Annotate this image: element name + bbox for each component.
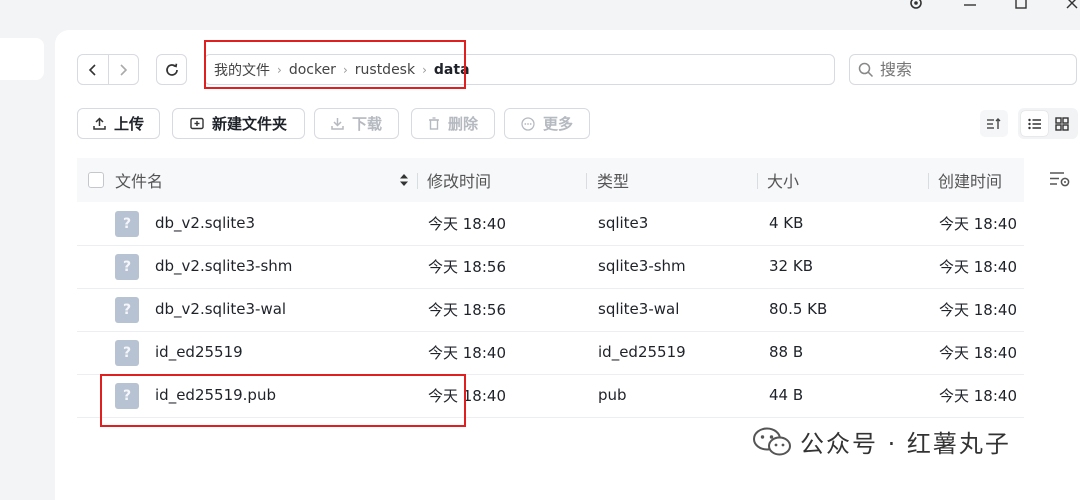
more-label: 更多 <box>542 115 573 133</box>
chevron-right-icon <box>120 63 128 76</box>
more-icon <box>521 116 535 131</box>
new-folder-button[interactable]: 新建文件夹 <box>172 108 305 139</box>
file-size: 44 B <box>769 386 804 404</box>
file-icon: ? <box>115 297 139 323</box>
file-icon: ? <box>115 254 139 280</box>
delete-label: 删除 <box>447 115 478 133</box>
column-header-modified[interactable]: 修改时间 <box>427 158 491 202</box>
sort-toggle-icon[interactable] <box>399 173 409 187</box>
search-icon <box>858 62 874 77</box>
wechat-logo-icon <box>753 427 791 455</box>
sidebar-panel <box>0 38 44 80</box>
watermark-text: 公众号 · 红薯丸子 <box>800 430 1011 458</box>
file-size: 4 KB <box>769 214 804 232</box>
minimize-icon[interactable] <box>960 0 980 12</box>
file-created: 今天 18:40 <box>939 300 1017 319</box>
file-icon: ? <box>115 340 139 366</box>
file-created: 今天 18:40 <box>939 257 1017 276</box>
upload-label: 上传 <box>113 115 144 133</box>
file-type: sqlite3-shm <box>598 257 686 275</box>
new-folder-label: 新建文件夹 <box>211 115 287 133</box>
table-row[interactable]: ? db_v2.sqlite3 今天 18:40 sqlite3 4 KB 今天… <box>77 202 1024 246</box>
file-size: 88 B <box>769 343 804 361</box>
file-size: 80.5 KB <box>769 300 828 318</box>
file-type: pub <box>598 386 627 404</box>
watermark: 公众号 · 红薯丸子 <box>752 424 1011 459</box>
file-name: db_v2.sqlite3-wal <box>155 300 287 318</box>
grid-view-button[interactable] <box>1048 111 1075 136</box>
history-nav <box>77 54 139 85</box>
column-header-size[interactable]: 大小 <box>767 158 799 202</box>
file-type: sqlite3-wal <box>598 300 680 318</box>
file-name: db_v2.sqlite3-shm <box>155 257 293 275</box>
download-button[interactable]: 下载 <box>314 108 399 139</box>
file-created: 今天 18:40 <box>939 343 1017 362</box>
column-header-created[interactable]: 创建时间 <box>938 158 1002 202</box>
refresh-icon <box>165 63 178 76</box>
upload-icon <box>93 117 106 130</box>
file-name: db_v2.sqlite3 <box>155 214 256 232</box>
file-modified: 今天 18:40 <box>428 343 506 362</box>
table-row[interactable]: ? db_v2.sqlite3-shm 今天 18:56 sqlite3-shm… <box>77 245 1024 289</box>
sort-button[interactable] <box>980 110 1008 137</box>
highlight-box-pub-file <box>100 374 466 427</box>
file-created: 今天 18:40 <box>939 386 1017 405</box>
search-input[interactable] <box>880 60 1060 79</box>
file-modified: 今天 18:56 <box>428 300 506 319</box>
select-all-checkbox[interactable] <box>88 172 104 188</box>
more-button[interactable]: 更多 <box>504 108 590 139</box>
upload-button[interactable]: 上传 <box>77 108 160 139</box>
delete-button[interactable]: 删除 <box>411 108 495 139</box>
new-folder-icon <box>190 117 204 130</box>
column-header-type[interactable]: 类型 <box>597 158 629 202</box>
highlight-box-breadcrumb <box>204 40 466 89</box>
file-name: id_ed25519 <box>155 343 243 361</box>
sort-icon <box>987 117 1001 129</box>
download-icon <box>331 118 344 130</box>
file-icon: ? <box>115 211 139 237</box>
close-icon[interactable] <box>1063 0 1080 12</box>
trash-icon <box>428 117 439 130</box>
table-row[interactable]: ? id_ed25519 今天 18:40 id_ed25519 88 B 今天… <box>77 331 1024 375</box>
list-view-button[interactable] <box>1021 111 1048 136</box>
file-created: 今天 18:40 <box>939 214 1017 233</box>
column-header-name[interactable]: 文件名 <box>115 158 163 202</box>
file-type: id_ed25519 <box>598 343 686 361</box>
grid-view-icon <box>1054 116 1069 131</box>
table-row[interactable]: ? db_v2.sqlite3-wal 今天 18:56 sqlite3-wal… <box>77 288 1024 332</box>
list-view-icon <box>1027 118 1041 129</box>
table-header: 文件名 修改时间 类型 大小 创建时间 <box>77 158 1024 202</box>
column-settings-icon[interactable] <box>1049 170 1071 188</box>
maximize-icon[interactable] <box>1011 0 1031 12</box>
forward-button[interactable] <box>109 55 139 84</box>
chevron-left-icon <box>88 63 96 76</box>
settings-icon[interactable] <box>906 0 926 12</box>
file-type: sqlite3 <box>598 214 649 232</box>
search-box <box>849 54 1077 85</box>
back-button[interactable] <box>78 55 108 84</box>
file-size: 32 KB <box>769 257 813 275</box>
download-label: 下载 <box>351 115 382 133</box>
view-toggle <box>1018 108 1078 139</box>
file-modified: 今天 18:56 <box>428 257 506 276</box>
file-modified: 今天 18:40 <box>428 214 506 233</box>
refresh-button[interactable] <box>156 54 187 85</box>
